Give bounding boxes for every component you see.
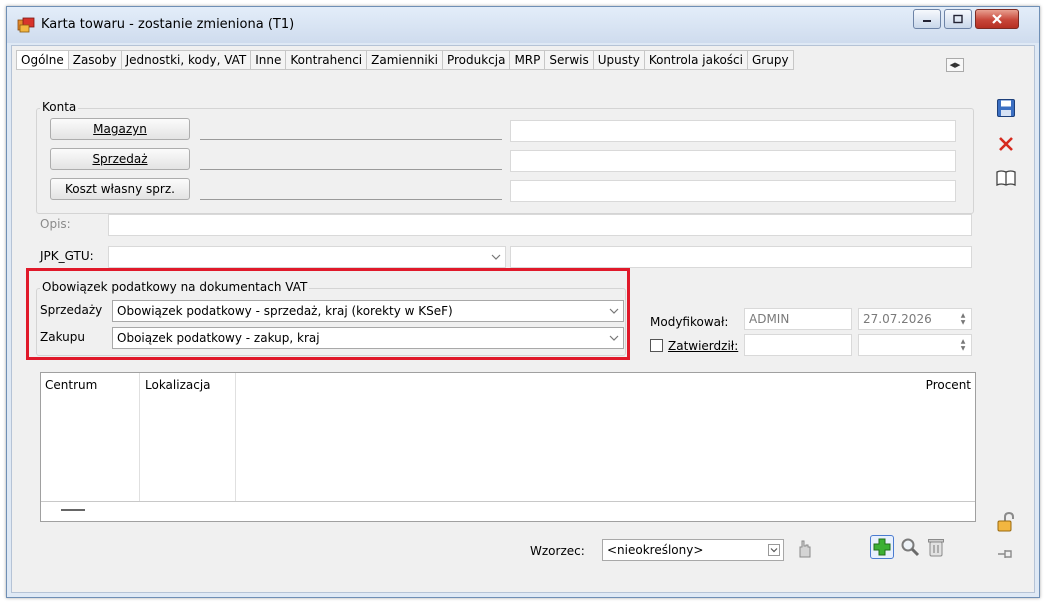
koszt-account-field[interactable] <box>200 178 502 200</box>
zatwierdzil-checkbox[interactable] <box>650 339 663 352</box>
horizontal-scrollbar-thumb[interactable] <box>61 509 85 511</box>
chevron-down-icon <box>609 308 619 314</box>
column-header-procent[interactable]: Procent <box>926 377 971 393</box>
tab-scroll-arrows[interactable]: ◀ ▶ <box>946 58 964 72</box>
opis-label: Opis: <box>40 217 71 231</box>
zakupu-label: Zakupu <box>40 330 85 344</box>
jpk-gtu-desc-field <box>510 246 972 268</box>
hand-icon <box>799 540 811 558</box>
zatwierdzil-date-field[interactable] <box>858 334 972 356</box>
chevron-right-icon: ▶ <box>955 61 961 69</box>
column-divider <box>139 373 140 501</box>
minimize-icon <box>923 20 931 22</box>
tab-upusty[interactable]: Upusty <box>592 50 644 70</box>
zatwierdzil-user-field <box>744 334 852 356</box>
tab-kontrola-jakosci[interactable]: Kontrola jakości <box>643 50 747 70</box>
magazyn-button[interactable]: Magazyn <box>50 118 190 140</box>
modyfikowal-date-spinner: ▲ ▼ <box>960 312 966 326</box>
tab-kontrahenci[interactable]: Kontrahenci <box>285 50 367 70</box>
modyfikowal-user-field: ADMIN <box>744 308 852 330</box>
zatwierdzil-date-spinner[interactable]: ▲ ▼ <box>956 335 970 355</box>
book-icon <box>996 170 1016 187</box>
delete-button[interactable] <box>924 535 948 559</box>
tab-ogolne[interactable]: Ogólne <box>16 50 68 70</box>
pin-button[interactable] <box>994 542 1018 566</box>
cancel-button[interactable] <box>994 132 1018 156</box>
jpk-gtu-dropdown-button[interactable] <box>488 247 504 267</box>
maximize-icon <box>953 14 963 24</box>
search-icon <box>901 538 920 557</box>
wzorzec-dropdown-button[interactable] <box>766 540 782 560</box>
window-title: Karta towaru - zostanie zmieniona (T1) <box>41 17 295 32</box>
sprzedazy-combo[interactable]: Obowiązek podatkowy - sprzedaż, kraj (ko… <box>112 300 624 322</box>
tab-produkcja[interactable]: Produkcja <box>441 50 510 70</box>
list-footer-separator <box>41 501 975 502</box>
wzorzec-apply-button[interactable] <box>792 536 816 560</box>
opis-field[interactable] <box>108 214 972 236</box>
modyfikowal-date-field: 27.07.2026 <box>858 308 972 330</box>
tab-inne[interactable]: Inne <box>250 50 286 70</box>
sprzedazy-dropdown-button[interactable] <box>606 301 622 321</box>
cancel-icon <box>999 137 1013 151</box>
tab-zamienniki[interactable]: Zamienniki <box>366 50 442 70</box>
tab-bar: Ogólne Zasoby Jednostki, kody, VAT Inne … <box>16 50 794 70</box>
search-button[interactable] <box>898 535 922 559</box>
chevron-down-icon <box>768 544 780 556</box>
tab-zasoby[interactable]: Zasoby <box>67 50 121 70</box>
column-header-centrum[interactable]: Centrum <box>45 377 97 393</box>
save-icon <box>997 99 1015 117</box>
magazyn-desc-field <box>510 120 956 142</box>
tab-serwis[interactable]: Serwis <box>544 50 593 70</box>
zakupu-dropdown-button[interactable] <box>606 328 622 348</box>
centrum-list[interactable]: Centrum Lokalizacja Procent <box>40 372 976 522</box>
sprzedazy-label: Sprzedaży <box>40 303 103 317</box>
trash-icon <box>928 539 944 557</box>
koszt-desc-field <box>510 180 956 202</box>
pin-icon <box>998 550 1012 558</box>
jpk-gtu-combo[interactable] <box>108 246 506 268</box>
chevron-down-icon <box>491 254 501 260</box>
sprzedaz-desc-field <box>510 150 956 172</box>
title-bar[interactable]: Karta towaru - zostanie zmieniona (T1) <box>7 7 1039 43</box>
koszt-button[interactable]: Koszt własny sprz. <box>50 178 190 200</box>
main-window: Karta towaru - zostanie zmieniona (T1) O… <box>6 6 1040 598</box>
sprzedaz-button[interactable]: Sprzedaż <box>50 148 190 170</box>
zakupu-combo[interactable]: Oboiązek podatkowy - zakup, kraj <box>112 327 624 349</box>
tab-jednostki[interactable]: Jednostki, kody, VAT <box>120 50 251 70</box>
save-button[interactable] <box>994 96 1018 120</box>
minimize-button[interactable] <box>913 9 941 29</box>
maximize-button[interactable] <box>944 9 972 29</box>
konta-group-label: Konta <box>40 100 79 114</box>
wzorzec-combo[interactable]: <nieokreślony> <box>602 539 784 561</box>
column-divider <box>235 373 236 501</box>
zatwierdzil-label: Zatwierdził: <box>668 339 739 353</box>
close-icon <box>992 14 1002 24</box>
sprzedaz-account-field[interactable] <box>200 148 502 170</box>
close-window-button[interactable] <box>975 9 1019 29</box>
chevron-down-icon <box>609 335 619 341</box>
magazyn-account-field[interactable] <box>200 118 502 140</box>
app-icon <box>17 17 35 33</box>
tab-mrp[interactable]: MRP <box>509 50 545 70</box>
obowiazek-group-label: Obowiązek podatkowy na dokumentach VAT <box>40 280 310 294</box>
tab-grupy[interactable]: Grupy <box>746 50 794 70</box>
add-icon <box>873 538 891 556</box>
add-button[interactable] <box>870 535 894 559</box>
form-client-area: Ogólne Zasoby Jednostki, kody, VAT Inne … <box>11 45 1035 593</box>
unlock-icon <box>997 511 1014 532</box>
wzorzec-label: Wzorzec: <box>530 544 585 558</box>
column-header-lokalizacja[interactable]: Lokalizacja <box>145 377 211 393</box>
jpk-gtu-label: JPK_GTU: <box>40 249 94 263</box>
help-book-button[interactable] <box>994 166 1018 190</box>
modyfikowal-label: Modyfikował: <box>650 315 729 329</box>
unlock-button[interactable] <box>994 510 1018 534</box>
